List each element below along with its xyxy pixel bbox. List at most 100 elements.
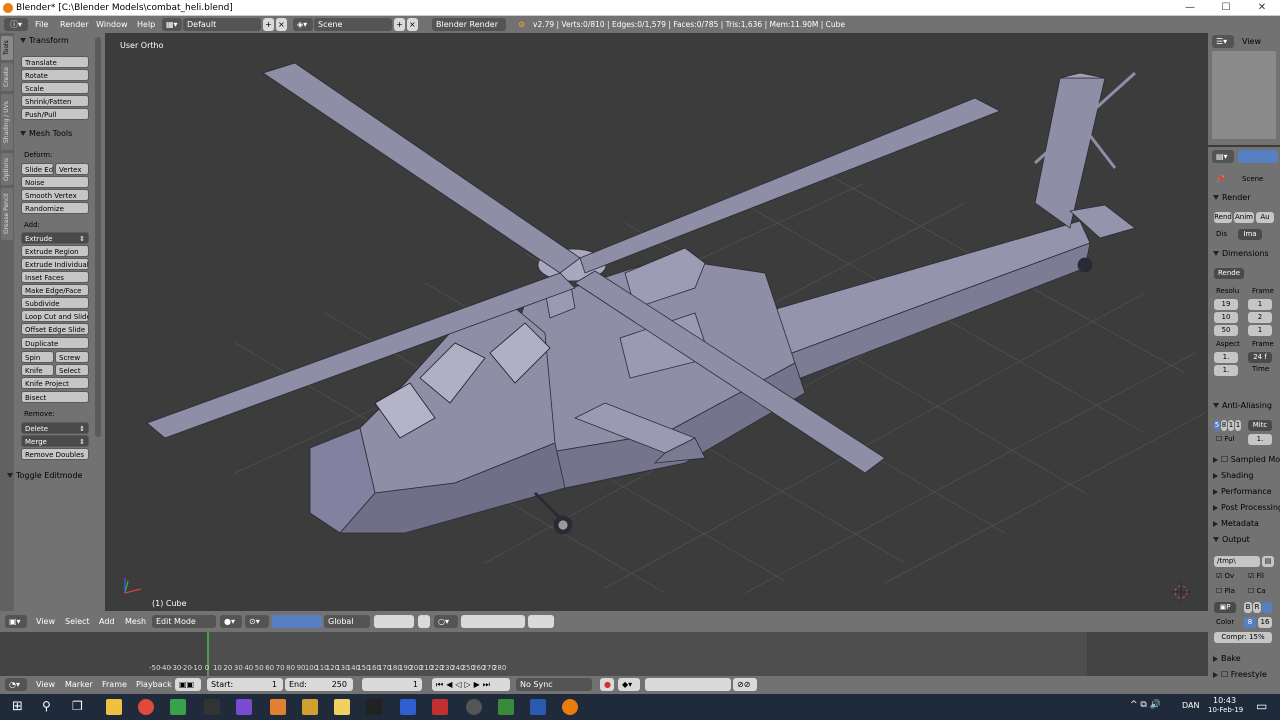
translate-button[interactable]: Translate (21, 56, 89, 68)
tool-shelf-scrollbar[interactable] (95, 37, 101, 437)
shrink-fatten-button[interactable]: Shrink/Fatten (21, 95, 89, 107)
performance-panel-header[interactable]: Performance (1213, 487, 1272, 496)
menu-marker[interactable]: Marker (65, 680, 93, 689)
playback-controls-icons[interactable]: ⏮◀◁▷▶⏭ (432, 678, 510, 691)
extrude-individual-button[interactable]: Extrude Individual (21, 258, 89, 270)
sync-mode-selector[interactable]: No Sync (516, 678, 592, 691)
render-engine-selector[interactable]: Blender Render (432, 18, 506, 31)
tab-options[interactable]: Options (1, 153, 13, 185)
loop-cut-slide-button[interactable]: Loop Cut and Slide (21, 310, 89, 322)
display-selector[interactable]: Ima (1238, 229, 1262, 240)
word-icon[interactable] (530, 699, 546, 715)
freestyle-panel-header[interactable]: ☐ Freestyle (1213, 670, 1267, 679)
remove-scene-icon[interactable]: × (407, 18, 418, 31)
remove-doubles-button[interactable]: Remove Doubles (21, 448, 89, 460)
menu-file[interactable]: File (35, 16, 48, 33)
pivot-point-icon[interactable]: ⊙▾ (245, 615, 269, 628)
timeline-area[interactable]: -50 -40 -30 -20 -10 0 10 20 30 40 50 60 70 80 90 100 110… (0, 632, 1208, 676)
insert-keyframe-icons[interactable]: ⊘⊘ (733, 678, 757, 691)
dimensions-panel-header[interactable]: Dimensions (1213, 249, 1269, 258)
tab-create[interactable]: Create (1, 63, 13, 91)
editor-type-timeline-icon[interactable]: ◔▾ (5, 678, 27, 691)
tab-grease-pencil[interactable]: Grease Pencil (1, 188, 13, 240)
knife-select-button[interactable]: Select (55, 364, 89, 376)
editor-type-icon[interactable]: ⓘ▾ (4, 18, 28, 31)
app-icon-gray[interactable] (466, 699, 482, 715)
rotate-button[interactable]: Rotate (21, 69, 89, 81)
menu-view[interactable]: View (36, 617, 55, 626)
menu-frame[interactable]: Frame (102, 680, 127, 689)
knife-project-button[interactable]: Knife Project (21, 377, 89, 389)
overwrite-checkbox[interactable]: ☑ Ov (1216, 572, 1234, 580)
blender-taskbar-icon[interactable] (562, 699, 578, 715)
3d-cursor-icon[interactable] (1171, 582, 1191, 602)
post-processing-panel-header[interactable]: Post Processing (1213, 503, 1280, 512)
outliner-tree[interactable] (1212, 51, 1276, 139)
full-sample-checkbox[interactable]: ☐ Ful (1216, 435, 1235, 443)
tab-tools[interactable]: Tools (1, 36, 13, 60)
shading-panel-header[interactable]: Shading (1213, 471, 1254, 480)
frame-step-field[interactable]: 1 (1248, 325, 1272, 336)
scene-icon[interactable]: ◈▾ (293, 18, 313, 31)
menu-timeline-view[interactable]: View (36, 680, 55, 689)
context-tabs-icons[interactable] (1238, 150, 1278, 163)
aa-size-field[interactable]: 1. (1248, 434, 1272, 445)
slide-edge-button[interactable]: Slide Ed (21, 163, 54, 175)
extrude-region-button[interactable]: Extrude Region (21, 245, 89, 257)
unity-icon[interactable] (204, 699, 220, 715)
output-panel-header[interactable]: Output (1213, 535, 1250, 544)
render-preset-selector[interactable]: Rende (1214, 268, 1244, 279)
editor-type-3d-icon[interactable]: ▣▾ (5, 615, 27, 628)
add-layout-icon[interactable]: + (263, 18, 274, 31)
task-view-icon[interactable]: ❐ (72, 699, 83, 713)
delete-menu-button[interactable]: Delete ⇕ (21, 422, 89, 434)
knife-button[interactable]: Knife (21, 364, 54, 376)
search-icon[interactable]: ⚲ (42, 699, 51, 713)
resolution-x-field[interactable]: 19 (1214, 299, 1238, 310)
render-audio-button[interactable]: Au (1256, 212, 1274, 223)
color-depth-8[interactable]: 8 (1244, 617, 1256, 628)
browse-folder-icon[interactable]: ▤ (1262, 556, 1274, 567)
toggle-editmode-panel-header[interactable]: Toggle Editmode (7, 471, 82, 480)
aa-samples-8[interactable]: 8 (1221, 420, 1227, 431)
color-rgba-button[interactable] (1262, 602, 1272, 613)
editor-type-outliner-icon[interactable]: ☰▾ (1212, 35, 1234, 48)
offset-edge-slide-button[interactable]: Offset Edge Slide (21, 323, 89, 335)
aa-filter-selector[interactable]: Mitc (1248, 420, 1272, 431)
windows-start-icon[interactable]: ⊞ (12, 699, 23, 714)
anti-aliasing-panel-header[interactable]: Anti-Aliasing (1213, 401, 1272, 410)
file-format-selector[interactable]: ▣P (1214, 602, 1236, 613)
metadata-panel-header[interactable]: Metadata (1213, 519, 1259, 528)
aa-samples-11[interactable]: 1 (1228, 420, 1234, 431)
outliner-view-menu[interactable]: View (1242, 37, 1261, 46)
transform-panel-header[interactable]: Transform (20, 36, 69, 45)
scale-button[interactable]: Scale (21, 82, 89, 94)
minimize-button[interactable]: — (1172, 0, 1208, 16)
push-pull-button[interactable]: Push/Pull (21, 108, 89, 120)
occlude-geometry-icon[interactable] (418, 615, 430, 628)
app-icon-blue[interactable] (400, 699, 416, 715)
frame-end-field[interactable]: 2 (1248, 312, 1272, 323)
shading-mode-icon[interactable]: ●▾ (220, 615, 242, 628)
slide-vertex-button[interactable]: Vertex (55, 163, 89, 175)
layout-grid-icon[interactable]: ▦▾ (162, 18, 182, 31)
pin-icon[interactable]: 📌 (1216, 175, 1225, 183)
terminal-icon[interactable] (366, 699, 382, 715)
menu-add[interactable]: Add (99, 617, 115, 626)
proportional-edit-icon[interactable]: ○▾ (434, 615, 458, 628)
remove-layout-icon[interactable]: × (276, 18, 287, 31)
menu-mesh[interactable]: Mesh (125, 617, 146, 626)
preview-range-icon[interactable]: ▣▣ (175, 678, 201, 691)
sampled-motion-blur-panel-header[interactable]: ☐ Sampled Motion Blur (1213, 455, 1280, 464)
cache-result-checkbox[interactable]: ☐ Ca (1248, 587, 1266, 595)
merge-menu-button[interactable]: Merge ⇕ (21, 435, 89, 447)
screw-button[interactable]: Screw (55, 351, 89, 363)
visual-studio-icon[interactable] (236, 699, 252, 715)
opengl-render-icons[interactable] (528, 615, 554, 628)
keying-set-field[interactable] (645, 678, 731, 691)
tab-shading-uvs[interactable]: Shading / UVs (1, 94, 13, 150)
resolution-y-field[interactable]: 10 (1214, 312, 1238, 323)
close-window-button[interactable]: ✕ (1244, 0, 1280, 16)
outliner[interactable]: ☰▾ View (1208, 33, 1280, 145)
aa-samples-5[interactable]: 5 (1214, 420, 1220, 431)
